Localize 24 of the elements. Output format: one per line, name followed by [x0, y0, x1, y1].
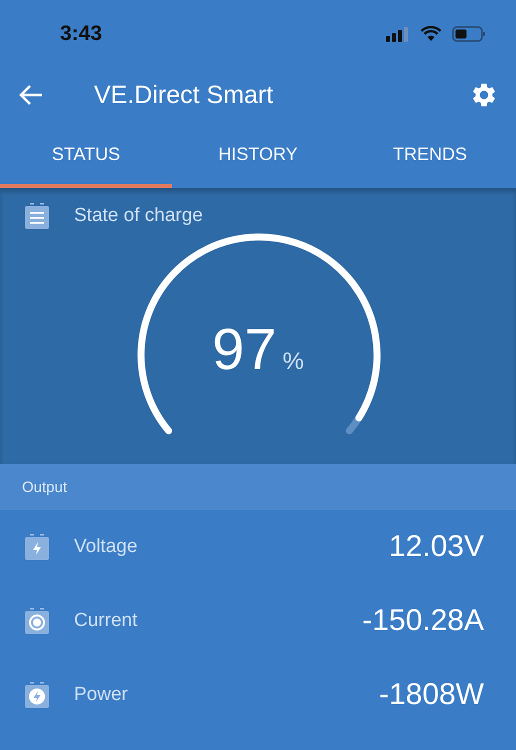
reading-value: -150.28A — [362, 604, 484, 638]
gauge-track — [346, 414, 362, 434]
clock-time: 3:43 — [60, 22, 102, 46]
signal-icon — [386, 26, 410, 42]
reading-value: -1808W — [378, 678, 484, 712]
target-icon — [24, 607, 50, 635]
wifi-icon — [420, 26, 442, 42]
bolt-icon — [24, 681, 50, 709]
bolt-icon — [24, 533, 50, 561]
charge-unit: % — [282, 348, 304, 376]
reading-label: Power — [74, 684, 128, 706]
reading-label: Current — [74, 610, 138, 632]
tab[interactable]: HISTORY — [172, 122, 344, 188]
list-icon — [24, 202, 50, 230]
charge-value: 97 — [212, 316, 277, 383]
gauge-label: State of charge — [74, 205, 203, 227]
settings-button[interactable] — [470, 81, 498, 109]
battery-icon — [452, 26, 486, 42]
tab[interactable]: TRENDS — [344, 122, 516, 188]
reading-label: Voltage — [74, 536, 138, 558]
section-title: Output — [22, 478, 68, 496]
back-button[interactable] — [18, 83, 44, 107]
app-title: VE.Direct Smart — [94, 80, 274, 110]
reading-value: 12.03V — [388, 530, 484, 564]
